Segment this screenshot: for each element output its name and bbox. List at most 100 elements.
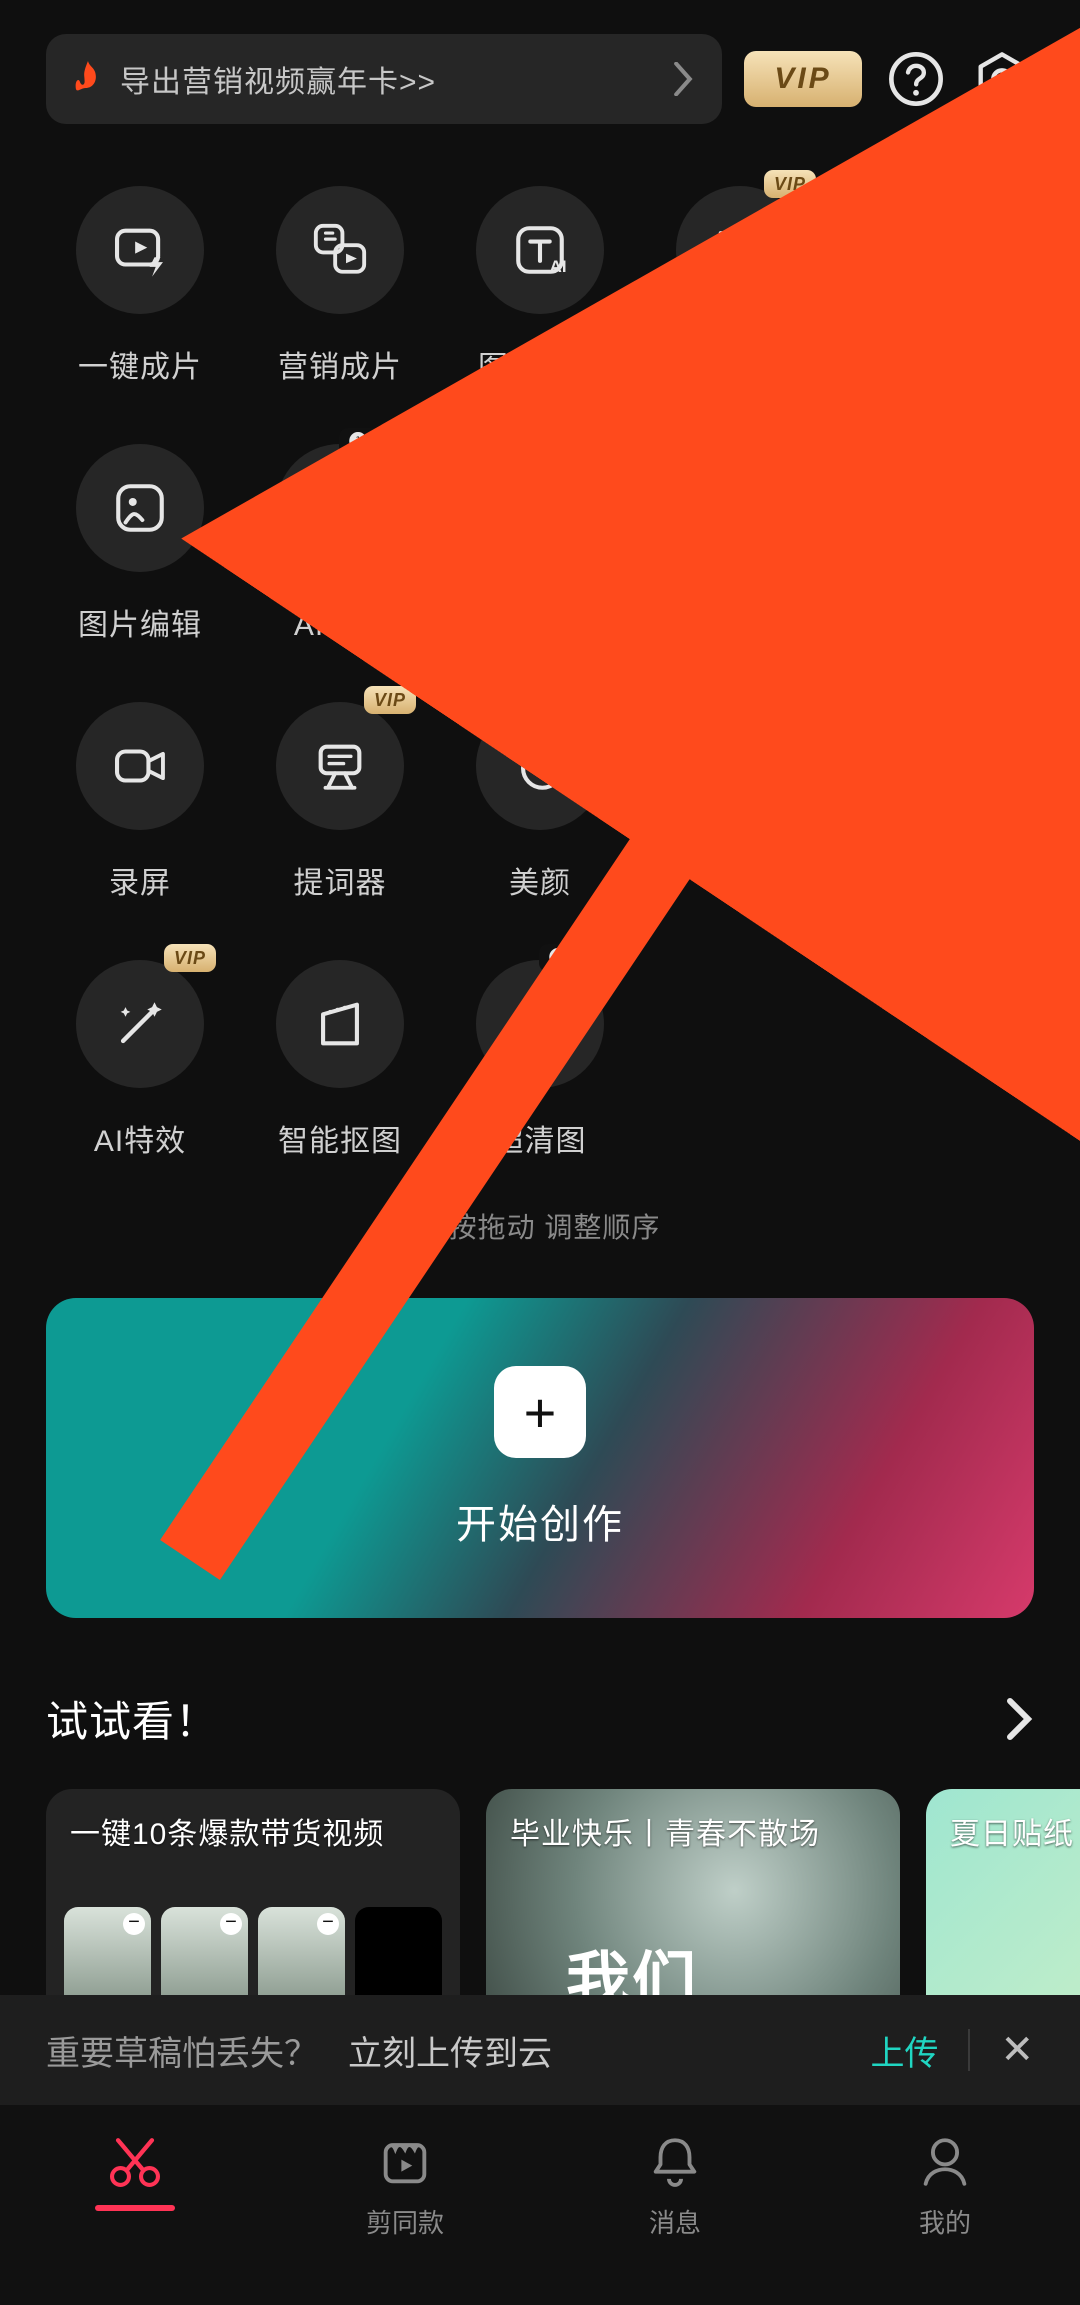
tool-label: 视频翻译	[678, 342, 802, 386]
fire-icon	[74, 61, 102, 97]
camera-icon	[711, 479, 769, 537]
nav-templates[interactable]: 剪同款	[270, 2133, 540, 2240]
start-creation-card[interactable]: + 开始创作	[46, 1298, 1034, 1618]
tool-marketing-video[interactable]: 营销成片	[240, 186, 440, 386]
tool-camera[interactable]: 拍摄	[640, 444, 840, 644]
nav-label: 消息	[649, 2203, 701, 2240]
tool-label: 超清图	[494, 1116, 587, 1160]
tool-label: 录屏	[109, 858, 171, 902]
tools-grid: 一键成片 营销成片 AI 图文成片 VIP 视频翻译 收起 图片编辑 ❶限免 A…	[0, 124, 1080, 1160]
tool-label: AI作图	[294, 600, 386, 644]
tool-label: 美颜	[509, 858, 571, 902]
upload-question: 重要草稿怕丢失？	[46, 2026, 318, 2075]
tool-label: 图文成片	[478, 342, 602, 386]
play-bolt-icon	[111, 221, 169, 279]
tool-ai-draw[interactable]: ❶限免 AI作图	[240, 444, 440, 644]
tool-cutout[interactable]: 智能抠图	[240, 960, 440, 1160]
template-icon	[376, 2133, 434, 2191]
tool-text-to-video[interactable]: AI 图文成片	[440, 186, 640, 386]
marketing-icon	[311, 221, 369, 279]
divider	[968, 2029, 970, 2071]
bottom-nav: 剪同款 消息 我的	[0, 2105, 1080, 2305]
nav-label: 我的	[919, 2203, 971, 2240]
ai-product-icon: AI	[511, 479, 569, 537]
nav-profile[interactable]: 我的	[810, 2133, 1080, 2240]
nav-label: 剪同款	[366, 2203, 444, 2240]
nav-edit[interactable]	[0, 2133, 270, 2203]
tool-label: 图片编辑	[78, 600, 202, 644]
upload-bar: 重要草稿怕丢失？ 立刻上传到云 上传 ✕	[0, 1995, 1080, 2105]
svg-text:AI: AI	[550, 257, 567, 276]
scissors-icon	[106, 2133, 164, 2191]
magic-wand-icon	[111, 995, 169, 1053]
hd-icon: HD	[911, 737, 969, 795]
try-card-caption: 夏日贴纸	[950, 1809, 1074, 1853]
upload-link[interactable]: 上传	[870, 2026, 938, 2075]
tool-label: 拍	[725, 858, 756, 902]
tool-collapse[interactable]: 收起	[840, 186, 1040, 386]
tool-one-click-video[interactable]: 一键成片	[40, 186, 240, 386]
chevron-right-icon	[672, 62, 694, 96]
svg-text:AI: AI	[547, 515, 564, 534]
start-label: 开始创作	[456, 1492, 624, 1550]
svg-text:HD: HD	[552, 1032, 569, 1052]
script-icon	[911, 479, 969, 537]
free-badge: ❶限免	[539, 944, 616, 972]
tool-ai-fx[interactable]: VIP AI特效	[40, 960, 240, 1160]
try-title: 试试看！	[46, 1688, 218, 1749]
bell-icon	[646, 2133, 704, 2191]
tool-label: 收起	[909, 342, 971, 386]
help-icon[interactable]	[884, 47, 948, 111]
tool-label: 创作脚本	[878, 600, 1002, 644]
vip-badge-small: VIP	[164, 944, 216, 972]
tool-label: 拍摄	[709, 600, 771, 644]
hd-image-icon: HD	[511, 995, 569, 1053]
reorder-hint: 长按拖动 调整顺序	[0, 1206, 1080, 1246]
free-badge: ❶限免	[339, 428, 416, 456]
teleprompter-icon	[311, 737, 369, 795]
tool-label: 提词器	[294, 858, 387, 902]
tool-script[interactable]: 创作脚本	[840, 444, 1040, 644]
tool-label: 营销成片	[278, 342, 402, 386]
notification-dot	[588, 706, 600, 718]
chevron-up-icon	[911, 221, 969, 279]
vip-badge[interactable]: VIP	[744, 51, 862, 107]
svg-text:HD: HD	[926, 757, 954, 778]
tool-label: 智能抠图	[278, 1116, 402, 1160]
tool-hd-image[interactable]: ❶限免HD 超清图	[440, 960, 640, 1160]
try-card-caption: 毕业快乐丨青春不散场	[510, 1809, 820, 1853]
record-icon	[111, 737, 169, 795]
tool-screen-record[interactable]: 录屏	[40, 702, 240, 902]
tool-teleprompter[interactable]: VIP 提词器	[240, 702, 440, 902]
nav-messages[interactable]: 消息	[540, 2133, 810, 2240]
translate-icon	[711, 221, 769, 279]
tool-beauty[interactable]: 美颜	[440, 702, 640, 902]
tool-video-translate[interactable]: VIP 视频翻译	[640, 186, 840, 386]
upload-answer: 立刻上传到云	[348, 2026, 552, 2075]
profile-icon	[916, 2133, 974, 2191]
tool-label: 超清画质	[878, 858, 1002, 902]
chevron-right-icon[interactable]	[1006, 1697, 1034, 1741]
promo-pill[interactable]: 导出营销视频赢年卡>>	[46, 34, 722, 124]
tool-shoot[interactable]: 拍	[640, 702, 840, 902]
settings-icon[interactable]	[970, 47, 1034, 111]
ai-image-icon	[311, 479, 369, 537]
vip-badge-small: VIP	[764, 170, 816, 198]
tool-label: AI特效	[94, 1116, 186, 1160]
close-icon[interactable]: ✕	[1000, 2027, 1034, 2073]
tool-label: 一键成片	[78, 342, 202, 386]
beauty-icon	[511, 737, 569, 795]
tool-hd-quality[interactable]: VIPHD 超清画质	[840, 702, 1040, 902]
tool-image-edit[interactable]: 图片编辑	[40, 444, 240, 644]
try-card-caption: 一键10条爆款带货视频	[70, 1809, 384, 1853]
tool-label: AI商品图	[478, 600, 601, 644]
text-ai-icon: AI	[511, 221, 569, 279]
promo-text: 导出营销视频赢年卡>>	[120, 57, 654, 101]
image-edit-icon	[111, 479, 169, 537]
start-plus-button[interactable]: +	[494, 1366, 586, 1458]
vip-badge-small: VIP	[964, 686, 1016, 714]
cutout-icon	[311, 995, 369, 1053]
face-icon	[711, 737, 769, 795]
tool-ai-product[interactable]: AI AI商品图	[440, 444, 640, 644]
vip-badge-small: VIP	[364, 686, 416, 714]
